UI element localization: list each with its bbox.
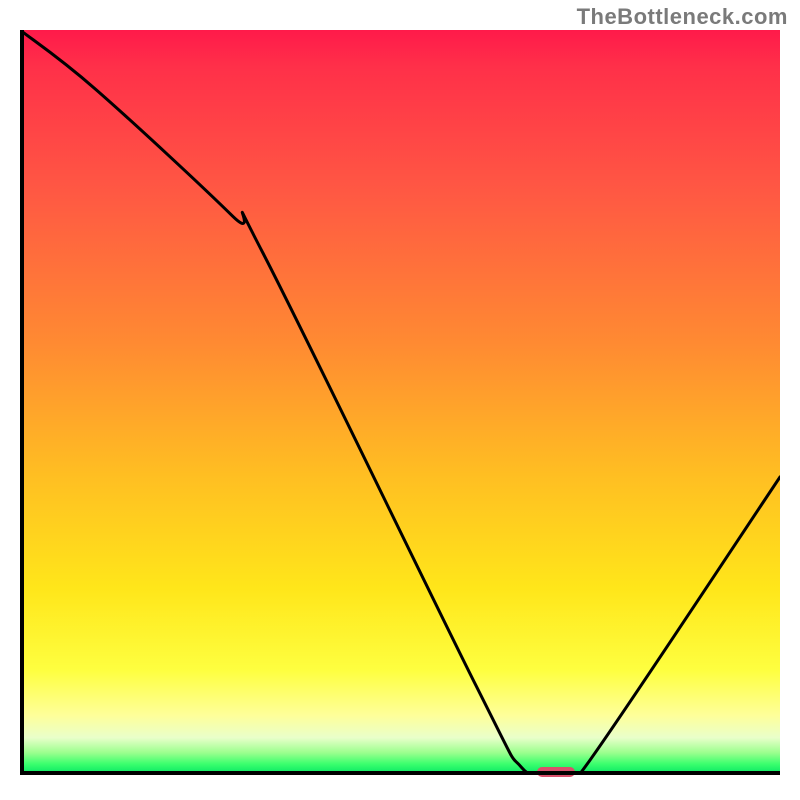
bottleneck-curve-path [20,30,780,775]
watermark-text: TheBottleneck.com [577,4,788,30]
bottleneck-curve-svg [20,30,780,775]
plot-area [20,30,780,775]
optimal-marker [537,767,575,777]
chart-root: TheBottleneck.com [0,0,800,800]
